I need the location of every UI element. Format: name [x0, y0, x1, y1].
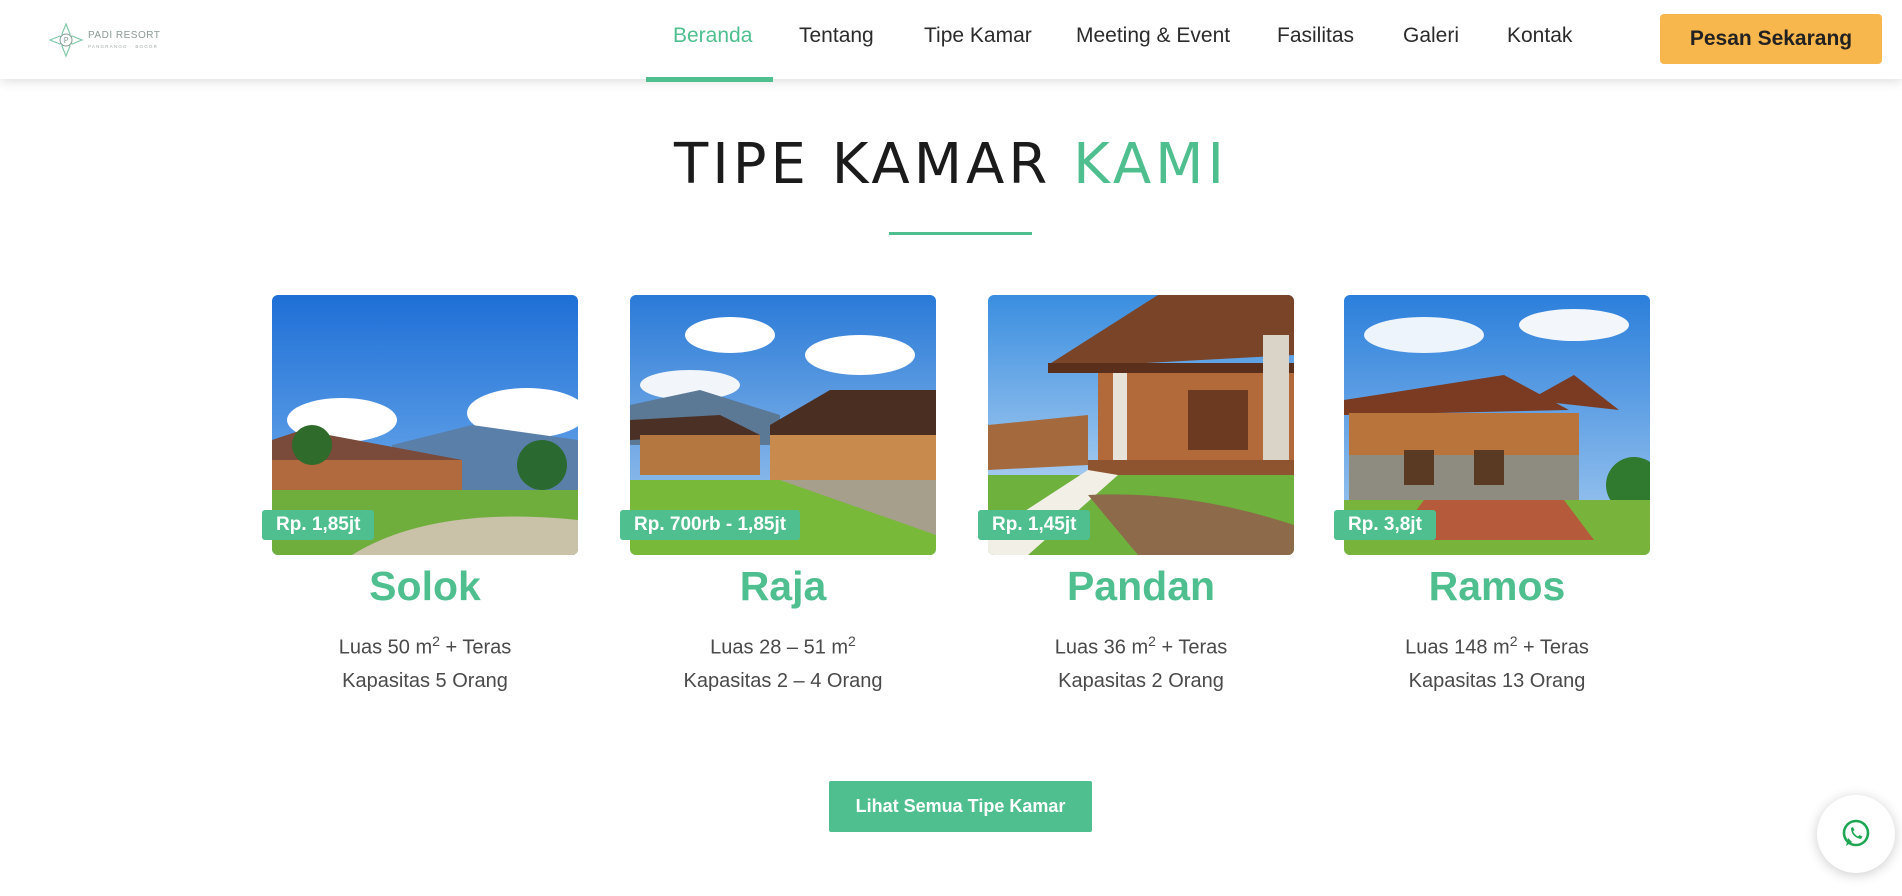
- section-title-main: TIPE KAMAR: [674, 132, 1052, 197]
- active-nav-indicator: [646, 77, 773, 82]
- book-now-button[interactable]: Pesan Sekarang: [1660, 14, 1882, 64]
- room-name[interactable]: Ramos: [1344, 563, 1650, 610]
- room-name[interactable]: Raja: [630, 563, 936, 610]
- nav-kontak[interactable]: Kontak: [1507, 24, 1572, 48]
- room-area: Luas 50 m2 + Teras: [338, 633, 512, 659]
- lotus-logo-icon: P: [48, 22, 84, 58]
- nav-fasilitas[interactable]: Fasilitas: [1277, 24, 1354, 48]
- room-area: Luas 36 m2 + Teras: [1054, 633, 1228, 659]
- whatsapp-chat-button[interactable]: [1817, 795, 1895, 873]
- brand-tagline: PANGRANGO · BOGOR: [88, 44, 159, 49]
- brand-logo[interactable]: P PADI RESORT PANGRANGO · BOGOR: [46, 20, 166, 60]
- room-capacity: Kapasitas 2 Orang: [1058, 670, 1224, 692]
- section-title: TIPE KAMAR KAMI: [0, 132, 1902, 197]
- price-badge: Rp. 3,8jt: [1334, 510, 1436, 540]
- site-header: P PADI RESORT PANGRANGO · BOGOR Beranda …: [0, 0, 1902, 82]
- price-badge: Rp. 700rb - 1,85jt: [620, 510, 801, 540]
- room-card-solok[interactable]: Rp. 1,85jt Solok Luas 50 m2 + Teras Kapa…: [262, 295, 578, 715]
- price-badge: Rp. 1,85jt: [262, 510, 375, 540]
- price-badge: Rp. 1,45jt: [978, 510, 1091, 540]
- nav-beranda[interactable]: Beranda: [673, 24, 752, 48]
- nav-meeting-event[interactable]: Meeting & Event: [1076, 24, 1230, 48]
- whatsapp-icon: [1842, 819, 1870, 847]
- nav-tipe-kamar[interactable]: Tipe Kamar: [924, 24, 1032, 48]
- room-name[interactable]: Pandan: [988, 563, 1294, 610]
- room-capacity: Kapasitas 2 – 4 Orang: [683, 670, 883, 692]
- svg-text:P: P: [64, 36, 69, 45]
- nav-galeri[interactable]: Galeri: [1403, 24, 1459, 48]
- view-all-rooms-button[interactable]: Lihat Semua Tipe Kamar: [829, 781, 1092, 832]
- room-area: Luas 28 – 51 m2: [710, 633, 856, 659]
- nav-tentang[interactable]: Tentang: [799, 24, 874, 48]
- room-area: Luas 148 m2 + Teras: [1405, 633, 1589, 659]
- title-divider: [889, 232, 1032, 235]
- room-capacity: Kapasitas 5 Orang: [342, 670, 508, 692]
- room-card-raja[interactable]: Rp. 700rb - 1,85jt Raja Luas 28 – 51 m2 …: [620, 295, 936, 715]
- section-title-accent: KAMI: [1073, 132, 1228, 197]
- brand-name: PADI RESORT: [88, 30, 161, 41]
- room-card-ramos[interactable]: Rp. 3,8jt Ramos Luas 148 m2 + Teras Kapa…: [1334, 295, 1650, 715]
- room-name[interactable]: Solok: [272, 563, 578, 610]
- room-card-pandan[interactable]: Rp. 1,45jt Pandan Luas 36 m2 + Teras Kap…: [978, 295, 1294, 715]
- room-capacity: Kapasitas 13 Orang: [1408, 670, 1586, 692]
